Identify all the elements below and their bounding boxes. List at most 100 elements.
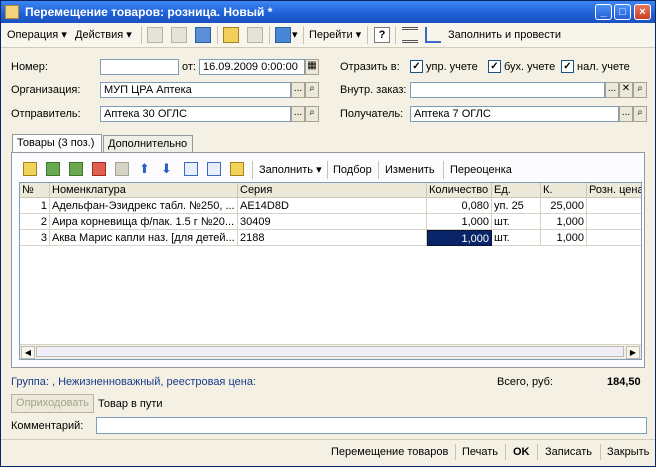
fill-and-post-button[interactable]: Заполнить и провести: [448, 27, 561, 43]
table-row-number[interactable]: 1: [20, 198, 50, 214]
org-select-button[interactable]: ...: [291, 82, 305, 98]
scroll-right-icon[interactable]: ▶: [626, 346, 640, 359]
receive-button[interactable]: Оприходовать: [11, 394, 94, 413]
table-cell-unit[interactable]: шт.: [492, 230, 541, 246]
structure-icon[interactable]: [171, 27, 187, 43]
col-header-k[interactable]: К.: [541, 183, 587, 198]
goods-table[interactable]: № Номенклатура Серия Количество Ед. К. Р…: [19, 182, 642, 360]
calendar-icon[interactable]: ▦: [305, 59, 319, 75]
sort-asc-icon[interactable]: [184, 162, 198, 176]
tax-checkbox[interactable]: ✓: [561, 60, 574, 73]
toolbar-separator: [269, 26, 270, 44]
col-header-price[interactable]: Розн. цена: [587, 183, 641, 198]
table-cell-name[interactable]: Аква Марис капли наз. [для детей...: [50, 230, 238, 246]
document-window: Перемещение товаров: розница. Новый * _ …: [0, 0, 656, 467]
number-field[interactable]: [100, 59, 179, 75]
horizontal-scrollbar[interactable]: ◀ ▶: [20, 344, 641, 359]
internal-order-select-button[interactable]: ...: [605, 82, 619, 98]
move-up-icon[interactable]: ⬆: [139, 161, 150, 177]
move-down-icon[interactable]: ⬇: [161, 161, 172, 177]
sender-select-button[interactable]: ...: [291, 106, 305, 122]
actions-menu[interactable]: Действия ▾: [75, 27, 132, 43]
transfer-goods-button[interactable]: Перемещение товаров: [331, 441, 448, 463]
table-cell-unit[interactable]: шт.: [492, 214, 541, 230]
comment-field[interactable]: [96, 417, 647, 434]
minimize-button[interactable]: _: [595, 4, 612, 20]
table-row-number[interactable]: 2: [20, 214, 50, 230]
table-row-number[interactable]: 3: [20, 230, 50, 246]
receiver-field[interactable]: Аптека 7 ОГЛС: [410, 106, 619, 122]
toolbar-separator: [252, 161, 253, 179]
toolbar: Операция ▾ Действия ▾ ▾ Перейти ▾ ? Запо…: [1, 23, 655, 48]
table-cell-price[interactable]: [587, 230, 641, 246]
sort-desc-icon[interactable]: [207, 162, 221, 176]
scroll-left-icon[interactable]: ◀: [21, 346, 35, 359]
table-cell-qty-selected[interactable]: 1,000: [427, 230, 492, 246]
copy-row-icon[interactable]: [46, 162, 60, 176]
fill-menu[interactable]: Заполнить ▾: [259, 162, 322, 178]
table-cell-k[interactable]: 1,000: [541, 230, 587, 246]
barcode-icon[interactable]: [230, 162, 244, 176]
maximize-button[interactable]: □: [614, 4, 631, 20]
table-cell-series[interactable]: AE14D8D: [238, 198, 427, 214]
close-window-button[interactable]: ×: [634, 4, 651, 20]
col-header-name[interactable]: Номенклатура: [50, 183, 238, 198]
add-row-icon[interactable]: [23, 162, 37, 176]
date-field[interactable]: 16.09.2009 0:00:00: [199, 59, 305, 75]
table-cell-price[interactable]: [587, 198, 641, 214]
title-bar[interactable]: Перемещение товаров: розница. Новый * _ …: [1, 1, 655, 23]
edit-row-icon[interactable]: [69, 162, 83, 176]
col-header-number[interactable]: №: [20, 183, 50, 198]
fill-and-post-icon: [425, 27, 441, 43]
table-cell-unit[interactable]: уп. 25: [492, 198, 541, 214]
col-header-unit[interactable]: Ед.: [492, 183, 541, 198]
help-icon[interactable]: ?: [374, 27, 390, 43]
select-button[interactable]: Подбор: [333, 162, 372, 178]
dropdown-arrow-icon[interactable]: ▾: [292, 27, 298, 43]
reprice-button[interactable]: Переоценка: [450, 162, 512, 178]
refresh-icon[interactable]: [195, 27, 211, 43]
col-header-qty[interactable]: Количество: [427, 183, 492, 198]
table-cell-k[interactable]: 25,000: [541, 198, 587, 214]
delete-document-icon[interactable]: [247, 27, 263, 43]
table-cell-name[interactable]: Адельфан-Эзидрекс табл. №250, ...: [50, 198, 238, 214]
tab-goods[interactable]: Товары (3 поз.): [12, 134, 102, 152]
based-on-icon[interactable]: [275, 27, 291, 43]
dropdown-arrow-icon: ▾: [126, 29, 132, 41]
table-cell-k[interactable]: 1,000: [541, 214, 587, 230]
document-icon: [5, 5, 19, 19]
end-edit-icon[interactable]: [115, 162, 129, 176]
table-cell-price[interactable]: [587, 214, 641, 230]
table-cell-qty[interactable]: 0,080: [427, 198, 492, 214]
change-button[interactable]: Изменить: [385, 162, 435, 178]
internal-order-clear-icon[interactable]: ✕: [619, 82, 633, 98]
close-button[interactable]: Закрыть: [607, 441, 649, 463]
table-cell-series[interactable]: 30409: [238, 214, 427, 230]
receiver-search-icon[interactable]: ⌕: [633, 106, 647, 122]
table-cell-name[interactable]: Аира корневища ф/пак. 1.5 г №20...: [50, 214, 238, 230]
goto-menu[interactable]: Перейти ▾: [309, 27, 361, 43]
col-header-series[interactable]: Серия: [238, 183, 427, 198]
receiver-select-button[interactable]: ...: [619, 106, 633, 122]
table-cell-series[interactable]: 2188: [238, 230, 427, 246]
actions-label: Действия: [75, 29, 124, 41]
mgmt-checkbox[interactable]: ✓: [410, 60, 423, 73]
org-field[interactable]: МУП ЦРА Аптека: [100, 82, 291, 98]
delete-row-icon[interactable]: [92, 162, 106, 176]
save-button[interactable]: Записать: [545, 441, 592, 463]
sender-field[interactable]: Аптека 30 ОГЛС: [100, 106, 291, 122]
org-search-icon[interactable]: ⌕: [305, 82, 319, 98]
print-button[interactable]: Печать: [462, 441, 498, 463]
internal-order-search-icon[interactable]: ⌕: [633, 82, 647, 98]
back-icon[interactable]: [147, 27, 163, 43]
operation-menu[interactable]: Операция ▾: [7, 27, 67, 43]
list-icon[interactable]: [402, 27, 418, 43]
internal-order-field[interactable]: [410, 82, 605, 98]
ok-button[interactable]: OK: [513, 441, 530, 463]
acct-checkbox[interactable]: ✓: [488, 60, 501, 73]
copy-document-icon[interactable]: [223, 27, 239, 43]
table-cell-qty[interactable]: 1,000: [427, 214, 492, 230]
sender-search-icon[interactable]: ⌕: [305, 106, 319, 122]
scrollbar-thumb[interactable]: [36, 346, 624, 357]
tab-additional[interactable]: Дополнительно: [103, 135, 193, 152]
